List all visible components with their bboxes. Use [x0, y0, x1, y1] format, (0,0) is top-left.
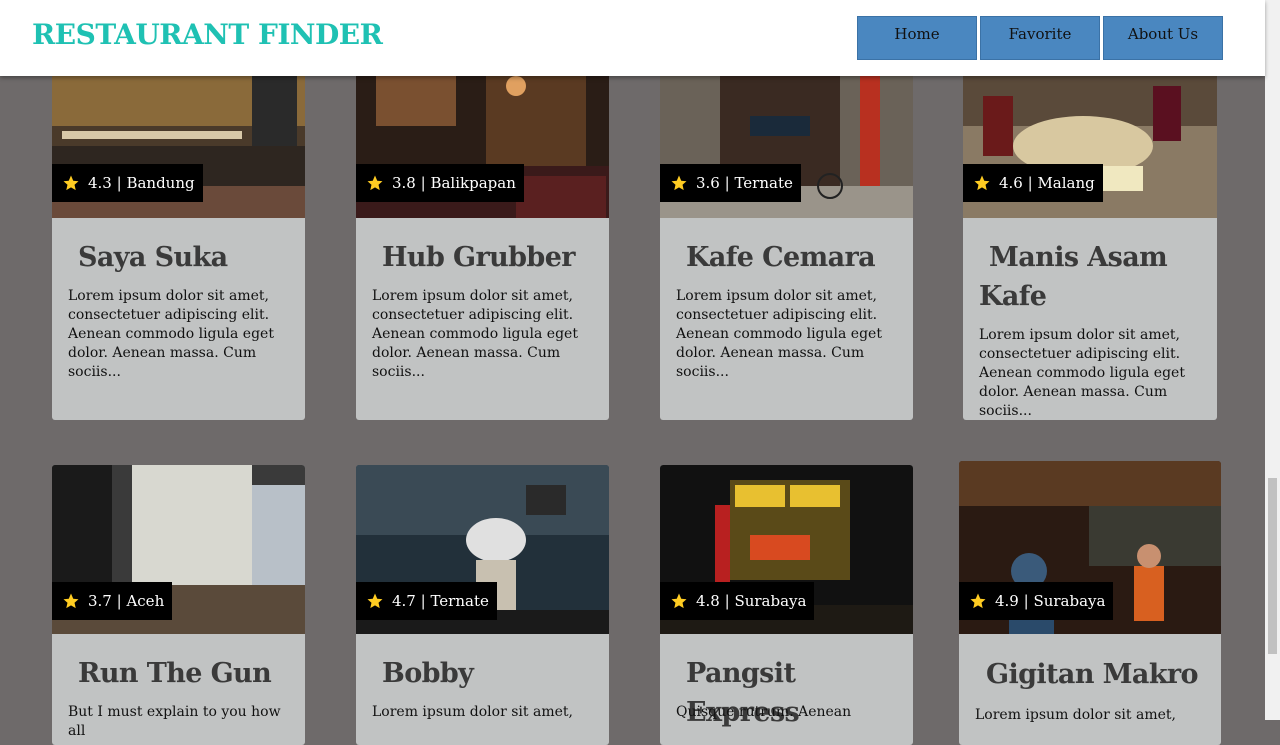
restaurant-description: But I must explain to you how all [68, 704, 281, 739]
nav-home-button[interactable]: Home [857, 16, 977, 60]
star-icon [974, 175, 990, 191]
restaurant-card[interactable]: 4.6 | Malang Manis Asam Kafe Lorem ipsum… [963, 36, 1217, 420]
rating-value: 4.9 [995, 592, 1019, 610]
restaurant-card[interactable]: 4.7 | Ternate Bobby Lorem ipsum dolor si… [356, 465, 609, 745]
star-icon [367, 175, 383, 191]
rating-badge: 4.3 | Bandung [52, 164, 203, 202]
restaurant-description: Lorem ipsum dolor sit amet, consectetuer… [979, 327, 1185, 419]
rating-badge: 4.6 | Malang [963, 164, 1103, 202]
scrollbar-thumb[interactable] [1268, 478, 1277, 654]
star-icon [367, 593, 383, 609]
restaurant-description: Lorem ipsum dolor sit amet, consectetuer… [676, 288, 882, 380]
restaurant-name[interactable]: Gigitan Makro [986, 655, 1207, 694]
restaurant-name[interactable]: Bobby [382, 654, 595, 693]
rating-badge: 4.9 | Surabaya [959, 582, 1114, 620]
restaurant-card[interactable]: 4.9 | Surabaya Gigitan Makro Lorem ipsum… [959, 461, 1221, 745]
restaurant-description: Lorem ipsum dolor sit amet, consectetuer… [68, 288, 274, 380]
restaurant-card[interactable]: 4.8 | Surabaya Pangsit Express Quisque r… [660, 465, 913, 745]
rating-badge: 3.7 | Aceh [52, 582, 173, 620]
city-label: Malang [1037, 174, 1095, 192]
city-label: Bandung [126, 174, 195, 192]
rating-value: 4.8 [696, 592, 720, 610]
star-icon [63, 175, 79, 191]
main-nav: Home Favorite About Us [857, 16, 1223, 60]
star-icon [970, 593, 986, 609]
restaurant-description: Quisque rutrum. Aenean [676, 704, 852, 720]
city-label: Surabaya [734, 592, 807, 610]
rating-value: 3.6 [696, 174, 720, 192]
restaurant-description: Lorem ipsum dolor sit amet, [975, 707, 1176, 723]
rating-value: 4.3 [88, 174, 112, 192]
rating-badge: 4.8 | Surabaya [660, 582, 815, 620]
star-icon [671, 175, 687, 191]
restaurant-description: Lorem ipsum dolor sit amet, [372, 704, 573, 720]
rating-badge: 4.7 | Ternate [356, 582, 497, 620]
star-icon [63, 593, 79, 609]
restaurant-name[interactable]: Manis Asam Kafe [979, 238, 1203, 316]
page-scrollbar[interactable] [1265, 0, 1280, 720]
rating-value: 4.7 [392, 592, 416, 610]
rating-badge: 3.6 | Ternate [660, 164, 801, 202]
restaurant-card[interactable]: 4.3 | Bandung Saya Suka Lorem ipsum dolo… [52, 36, 305, 420]
nav-about-us-button[interactable]: About Us [1103, 16, 1223, 60]
rating-badge: 3.8 | Balikpapan [356, 164, 524, 202]
rating-value: 3.8 [392, 174, 416, 192]
rating-value: 4.6 [999, 174, 1023, 192]
city-label: Ternate [430, 592, 489, 610]
rating-value: 3.7 [88, 592, 112, 610]
nav-favorite-button[interactable]: Favorite [980, 16, 1100, 60]
city-label: Balikpapan [430, 174, 516, 192]
restaurant-name[interactable]: Run The Gun [78, 654, 291, 693]
star-icon [671, 593, 687, 609]
restaurant-description: Lorem ipsum dolor sit amet, consectetuer… [372, 288, 578, 380]
city-label: Aceh [126, 592, 165, 610]
restaurant-card[interactable]: 3.8 | Balikpapan Hub Grubber Lorem ipsum… [356, 36, 609, 420]
city-label: Ternate [734, 174, 793, 192]
restaurant-name[interactable]: Hub Grubber [382, 238, 595, 277]
restaurant-name[interactable]: Kafe Cemara [686, 238, 899, 277]
app-bar: RESTAURANT FINDER Home Favorite About Us [0, 0, 1265, 76]
restaurant-card[interactable]: 3.6 | Ternate Kafe Cemara Lorem ipsum do… [660, 36, 913, 420]
restaurant-card[interactable]: 3.7 | Aceh Run The Gun But I must explai… [52, 465, 305, 745]
city-label: Surabaya [1033, 592, 1106, 610]
restaurant-name[interactable]: Saya Suka [78, 238, 291, 277]
brand-title[interactable]: RESTAURANT FINDER [32, 18, 383, 51]
